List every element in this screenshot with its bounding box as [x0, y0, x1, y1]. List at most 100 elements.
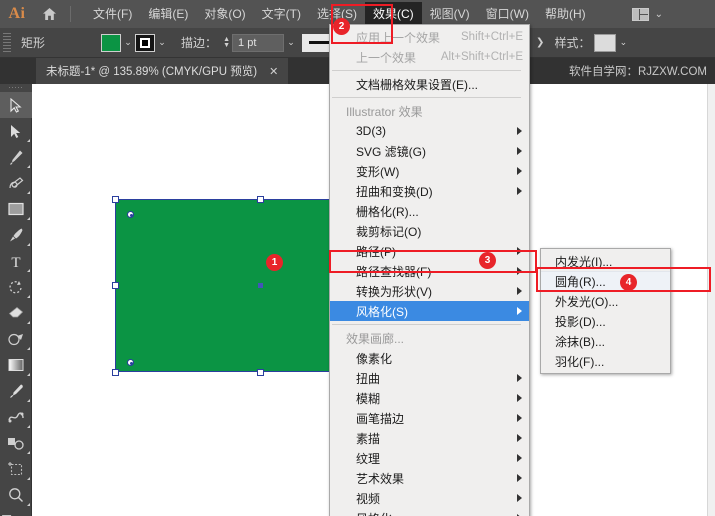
eraser-tool[interactable] — [0, 300, 32, 326]
rotate-tool[interactable] — [0, 274, 32, 300]
options-bar-grip[interactable] — [3, 32, 11, 53]
menu-separator — [332, 97, 521, 98]
chevron-right-icon — [517, 287, 522, 295]
canvas-vertical-scrollbar[interactable] — [707, 84, 715, 516]
type-tool[interactable]: T — [0, 248, 32, 274]
selection-handle-tc[interactable] — [256, 195, 264, 203]
paintbrush-tool[interactable] — [0, 222, 32, 248]
menu-path[interactable]: 路径(P) — [330, 241, 529, 261]
path-anchor-point-tl[interactable] — [127, 211, 134, 218]
opacity-flyout-icon[interactable]: ❯ — [536, 37, 544, 48]
menu-view[interactable]: 视图(V) — [422, 2, 478, 26]
menu-effect[interactable]: 效果(C) — [364, 2, 422, 26]
menu-document-raster-settings[interactable]: 文档栅格效果设置(E)... — [330, 74, 529, 94]
menu-sketch[interactable]: 纹理 — [330, 448, 529, 468]
menu-brush-strokes[interactable]: 素描 — [330, 428, 529, 448]
chevron-right-icon — [517, 454, 522, 462]
stroke-color-caret-icon[interactable]: ⌄ — [155, 34, 169, 52]
tools-panel-grip[interactable] — [0, 84, 32, 92]
menu-warp[interactable]: 变形(W) — [330, 161, 529, 181]
home-icon[interactable] — [34, 0, 64, 28]
menu-item-label: 栅格化(R)... — [356, 204, 419, 219]
stroke-width-caret-icon[interactable]: ⌄ — [284, 34, 298, 52]
eyedropper-tool[interactable] — [0, 378, 32, 404]
document-tab[interactable]: 未标题-1* @ 135.89% (CMYK/GPU 预览) ✕ — [36, 58, 289, 84]
stylize-submenu[interactable]: 内发光(I)... 圆角(R)... 外发光(O)... 投影(D)... 涂抹… — [540, 248, 671, 374]
menu-distort-transform[interactable]: 扭曲和变换(D) — [330, 181, 529, 201]
arrange-shortcut[interactable] — [0, 508, 32, 516]
shape-builder-tool[interactable] — [0, 326, 32, 352]
menu-stylize-illustrator[interactable]: 风格化(S) — [330, 301, 529, 321]
symbol-sprayer-tool[interactable] — [0, 430, 32, 456]
menu-item-label: 模糊 — [356, 391, 381, 406]
menu-divider — [70, 6, 71, 22]
selection-handle-bc[interactable] — [256, 368, 264, 376]
style-caret-icon[interactable]: ⌄ — [616, 34, 630, 52]
chevron-right-icon — [517, 494, 522, 502]
chevron-right-icon — [517, 434, 522, 442]
workspace-caret-icon[interactable]: ⌄ — [655, 9, 663, 20]
submenu-scribble[interactable]: 涂抹(B)... — [541, 331, 670, 351]
menu-3d[interactable]: 3D(3) — [330, 121, 529, 141]
selection-handle-ml[interactable] — [111, 282, 119, 289]
stroke-width-stepper[interactable]: ▲ ▼ — [221, 34, 232, 52]
menu-distort[interactable]: 模糊 — [330, 388, 529, 408]
direct-selection-tool[interactable] — [0, 118, 32, 144]
menu-video[interactable]: 风格化 — [330, 508, 529, 516]
artboard-tool[interactable] — [0, 456, 32, 482]
stroke-color-swatch[interactable] — [135, 33, 156, 52]
menu-effect-gallery[interactable]: 像素化 — [330, 348, 529, 368]
stroke-width-input[interactable]: 1 pt — [232, 33, 285, 52]
menu-type[interactable]: 文字(T) — [254, 2, 309, 26]
effect-menu-dropdown[interactable]: 应用上一个效果 Shift+Ctrl+E 上一个效果 Alt+Shift+Ctr… — [329, 24, 530, 516]
menu-pixelate[interactable]: 扭曲 — [330, 368, 529, 388]
chevron-right-icon — [517, 307, 522, 315]
menu-separator — [332, 70, 521, 71]
menu-rasterize[interactable]: 栅格化(R)... — [330, 201, 529, 221]
graphic-style-swatch[interactable] — [594, 33, 617, 52]
annotation-badge-4: 4 — [620, 274, 637, 291]
menu-group-label: 效果画廊... — [346, 331, 405, 346]
selection-handle-bl[interactable] — [111, 368, 119, 376]
workspace-switcher-icon — [631, 7, 649, 21]
menu-help[interactable]: 帮助(H) — [537, 2, 594, 26]
submenu-feather[interactable]: 羽化(F)... — [541, 351, 670, 371]
menu-svg-filters[interactable]: SVG 滤镜(G) — [330, 141, 529, 161]
submenu-outer-glow[interactable]: 外发光(O)... — [541, 291, 670, 311]
menu-pathfinder[interactable]: 路径查找器(F) — [330, 261, 529, 281]
path-anchor-point-bl[interactable] — [127, 359, 134, 366]
menu-blur[interactable]: 画笔描边 — [330, 408, 529, 428]
illustrator-window: Ai 文件(F) 编辑(E) 对象(O) 文字(T) 选择(S) 效果(C) 视… — [0, 0, 715, 516]
gradient-tool[interactable] — [0, 352, 32, 378]
blend-tool[interactable] — [0, 404, 32, 430]
menu-window[interactable]: 窗口(W) — [478, 2, 537, 26]
fill-color-caret-icon[interactable]: ⌄ — [121, 34, 135, 52]
menu-texture[interactable]: 艺术效果 — [330, 468, 529, 488]
annotation-badge-1: 1 — [266, 254, 283, 271]
submenu-inner-glow[interactable]: 内发光(I)... — [541, 251, 670, 271]
curvature-tool[interactable] — [0, 170, 32, 196]
pen-tool[interactable] — [0, 144, 32, 170]
menu-item-label: 扭曲 — [356, 371, 381, 386]
menu-item-label: 画笔描边 — [356, 411, 405, 426]
menu-item-shortcut: Alt+Shift+Ctrl+E — [440, 51, 523, 63]
close-icon[interactable]: ✕ — [269, 65, 278, 78]
selection-handle-tl[interactable] — [111, 195, 119, 203]
workspace-switcher[interactable]: ⌄ — [631, 7, 663, 21]
menu-item-label: 风格化 — [356, 510, 392, 516]
menu-file[interactable]: 文件(F) — [85, 2, 140, 26]
menu-edit[interactable]: 编辑(E) — [140, 2, 196, 26]
document-tab-title: 未标题-1* @ 135.89% (CMYK/GPU 预览) — [46, 66, 258, 78]
menu-object[interactable]: 对象(O) — [196, 2, 253, 26]
zoom-tool[interactable] — [0, 482, 32, 508]
menu-crop-marks[interactable]: 裁剪标记(O) — [330, 221, 529, 241]
selection-tool[interactable] — [0, 92, 32, 118]
menu-item-label: 变形(W) — [356, 164, 400, 179]
submenu-round-corners[interactable]: 圆角(R)... — [541, 271, 670, 291]
shape-type-label: 矩形 — [21, 36, 46, 50]
rectangle-tool[interactable] — [0, 196, 32, 222]
menu-convert-to-shape[interactable]: 转换为形状(V) — [330, 281, 529, 301]
submenu-drop-shadow[interactable]: 投影(D)... — [541, 311, 670, 331]
menu-artistic[interactable]: 视频 — [330, 488, 529, 508]
fill-color-swatch[interactable] — [101, 33, 122, 52]
